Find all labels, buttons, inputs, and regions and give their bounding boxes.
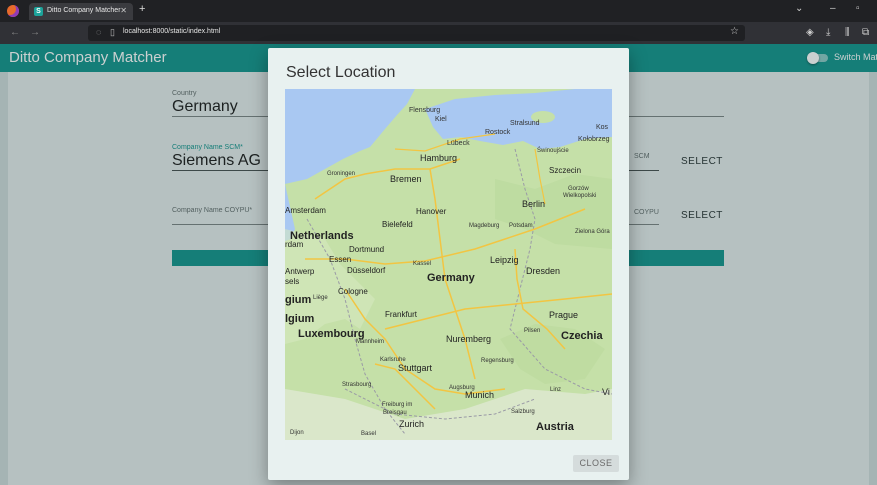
city-label: Mannheim xyxy=(356,339,384,345)
city-label: Kołobrzeg xyxy=(578,136,610,143)
close-button[interactable]: CLOSE xyxy=(573,455,619,472)
city-label: Düsseldorf xyxy=(347,266,386,275)
tracking-shield-icon[interactable]: ◌ xyxy=(96,27,101,37)
maximize-icon[interactable]: ▫ xyxy=(856,3,860,14)
back-icon[interactable]: ← xyxy=(10,27,20,38)
city-label: Wielkopolski xyxy=(563,193,596,199)
city-label: Hamburg xyxy=(420,153,457,163)
city-label: Dresden xyxy=(526,266,560,276)
city-label: Dijon xyxy=(290,430,304,436)
city-label: Potsdam xyxy=(509,223,533,229)
city-label: Linz xyxy=(550,387,561,393)
city-label: rdam xyxy=(285,240,304,249)
city-label: Zielona Góra xyxy=(575,229,610,235)
city-label: Gorzów xyxy=(568,186,589,192)
url-text: localhost:8000/static/index.html xyxy=(123,28,221,35)
city-label: Cologne xyxy=(338,287,368,296)
city-label: Rostock xyxy=(485,129,511,136)
bookmark-star-icon[interactable]: ☆ xyxy=(730,26,739,37)
city-label: Vi xyxy=(602,387,610,397)
city-label: Frankfurt xyxy=(385,310,418,319)
pocket-icon[interactable]: ◈ xyxy=(806,27,814,38)
city-label: Stuttgart xyxy=(398,363,433,373)
city-label: Flensburg xyxy=(409,107,440,114)
browser-tab[interactable]: S Ditto Company Matcher ✕ xyxy=(29,3,133,20)
city-label: Stralsund xyxy=(510,120,540,127)
city-label: gium xyxy=(285,294,311,306)
city-label: Hanover xyxy=(416,207,447,216)
city-label: Amsterdam xyxy=(285,206,326,215)
city-label: Austria xyxy=(536,421,575,433)
city-label: Basel xyxy=(361,431,376,437)
city-label: Dortmund xyxy=(349,245,384,254)
new-tab-icon[interactable]: + xyxy=(139,3,145,15)
browser-toolbar: ← → ◌ ▯ localhost:8000/static/index.html… xyxy=(0,22,877,44)
city-label: Świnoujście xyxy=(537,146,569,154)
city-label: Kiel xyxy=(435,116,447,123)
city-label: Prague xyxy=(549,310,578,320)
tab-title: Ditto Company Matcher xyxy=(47,7,121,14)
dialog-title: Select Location xyxy=(286,64,396,81)
city-label: Kos xyxy=(596,124,609,131)
city-label: Freiburg im xyxy=(382,402,412,408)
city-label: lgium xyxy=(285,313,315,325)
city-label: Bremen xyxy=(390,174,422,184)
city-label: Essen xyxy=(329,255,351,264)
browser-tab-strip: S Ditto Company Matcher ✕ + ⌄ – ▫ xyxy=(0,0,877,22)
page-info-icon[interactable]: ▯ xyxy=(110,27,115,38)
city-label: Czechia xyxy=(561,330,603,342)
tab-favicon-icon: S xyxy=(34,7,43,16)
city-label: Bielefeld xyxy=(382,220,413,229)
city-label: Groningen xyxy=(327,171,355,177)
city-label: Szczecin xyxy=(549,166,581,175)
minimize-icon[interactable]: – xyxy=(830,3,836,14)
city-label: sels xyxy=(285,277,299,286)
city-label: Strasbourg xyxy=(342,382,371,388)
city-label: Magdeburg xyxy=(469,223,499,229)
city-label: Zurich xyxy=(399,419,424,429)
downloads-icon[interactable]: ⤓ xyxy=(826,27,830,38)
city-label: Nuremberg xyxy=(446,334,491,344)
city-label: Luxembourg xyxy=(298,328,365,340)
city-label: Germany xyxy=(427,272,476,284)
city-label: Liège xyxy=(313,295,328,301)
city-label: Berlin xyxy=(522,199,545,209)
forward-icon[interactable]: → xyxy=(30,27,40,38)
city-label: Leipzig xyxy=(490,255,519,265)
city-label: Salzburg xyxy=(511,409,535,415)
tab-close-icon[interactable]: ✕ xyxy=(120,6,127,15)
city-label: Pilsen xyxy=(524,328,540,334)
city-label: Lübeck xyxy=(447,140,470,147)
library-icon[interactable]: ⫼ xyxy=(845,27,850,38)
city-label: Regensburg xyxy=(481,358,514,364)
address-bar[interactable]: ◌ ▯ localhost:8000/static/index.html ☆ xyxy=(88,25,745,41)
location-map[interactable]: Flensburg Kiel Stralsund Rostock Lübeck … xyxy=(285,89,612,440)
firefox-icon[interactable] xyxy=(7,5,19,17)
city-label: Munich xyxy=(465,390,494,400)
tab-list-icon[interactable]: ⌄ xyxy=(795,3,803,14)
city-label: Antwerp xyxy=(285,267,315,276)
select-location-dialog: Select Location Flensburg Kiel Stralsund… xyxy=(268,48,629,480)
city-label: Kassel xyxy=(413,261,431,267)
city-label: Breisgau xyxy=(383,410,407,416)
extensions-icon[interactable]: ⧉ xyxy=(862,27,869,38)
